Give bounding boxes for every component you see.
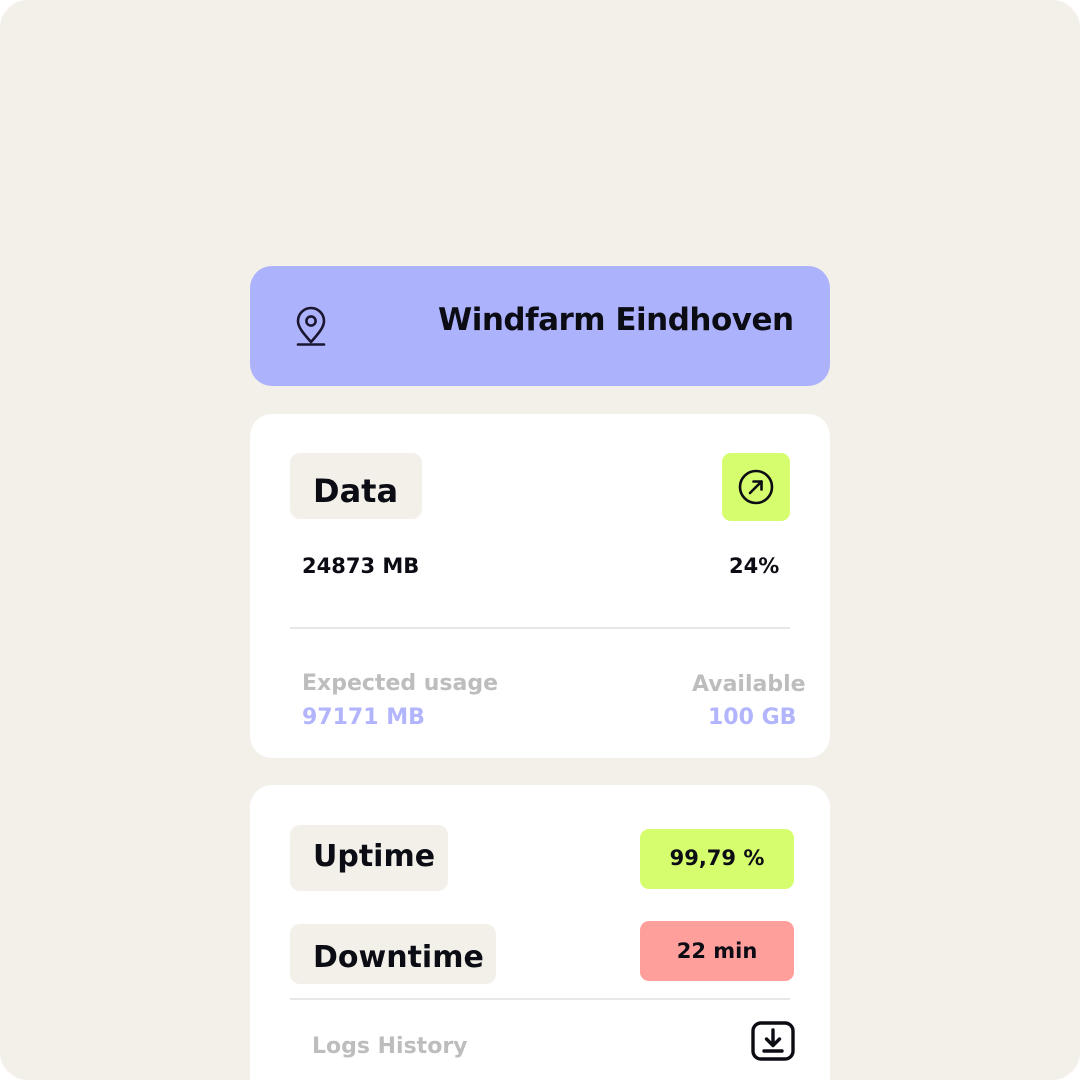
logs-history-label[interactable]: Logs History <box>312 1034 468 1059</box>
location-title: Windfarm Eindhoven <box>438 302 794 338</box>
location-pin-icon <box>292 306 330 348</box>
status-divider <box>290 998 790 1000</box>
downtime-chip: Downtime <box>290 924 496 984</box>
data-divider <box>290 627 790 629</box>
downtime-value: 22 min <box>676 939 758 963</box>
downtime-badge: 22 min <box>640 921 794 981</box>
expected-usage-value: 97171 MB <box>302 705 425 730</box>
available-label: Available <box>692 672 806 697</box>
open-data-button[interactable] <box>722 453 790 521</box>
data-chip: Data <box>290 453 422 519</box>
available-value: 100 GB <box>708 705 797 730</box>
uptime-badge: 99,79 % <box>640 829 794 889</box>
downtime-label: Downtime <box>313 940 484 975</box>
uptime-value: 99,79 % <box>669 846 765 870</box>
app-screen: Windfarm Eindhoven Data 24873 MB 24% Exp… <box>0 0 1080 1080</box>
download-icon <box>751 1021 795 1061</box>
uptime-label: Uptime <box>313 839 436 874</box>
data-percent-value: 24% <box>729 554 780 578</box>
uptime-chip: Uptime <box>290 825 448 891</box>
data-used-value: 24873 MB <box>302 554 420 578</box>
arrow-up-right-circle-icon <box>738 469 774 505</box>
download-logs-button[interactable] <box>749 1020 797 1064</box>
data-title: Data <box>313 472 399 510</box>
expected-usage-label: Expected usage <box>302 671 499 696</box>
